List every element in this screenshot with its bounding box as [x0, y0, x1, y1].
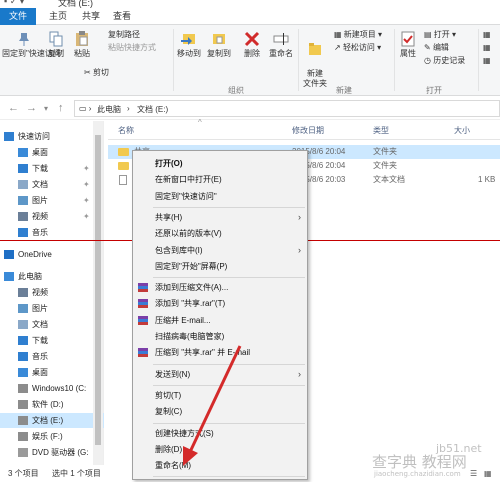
annotation-arrow: [183, 345, 242, 466]
watermark-url: jiaocheng.chazidian.com: [374, 470, 461, 478]
watermark-brand: 查字典 教程网: [372, 453, 467, 471]
